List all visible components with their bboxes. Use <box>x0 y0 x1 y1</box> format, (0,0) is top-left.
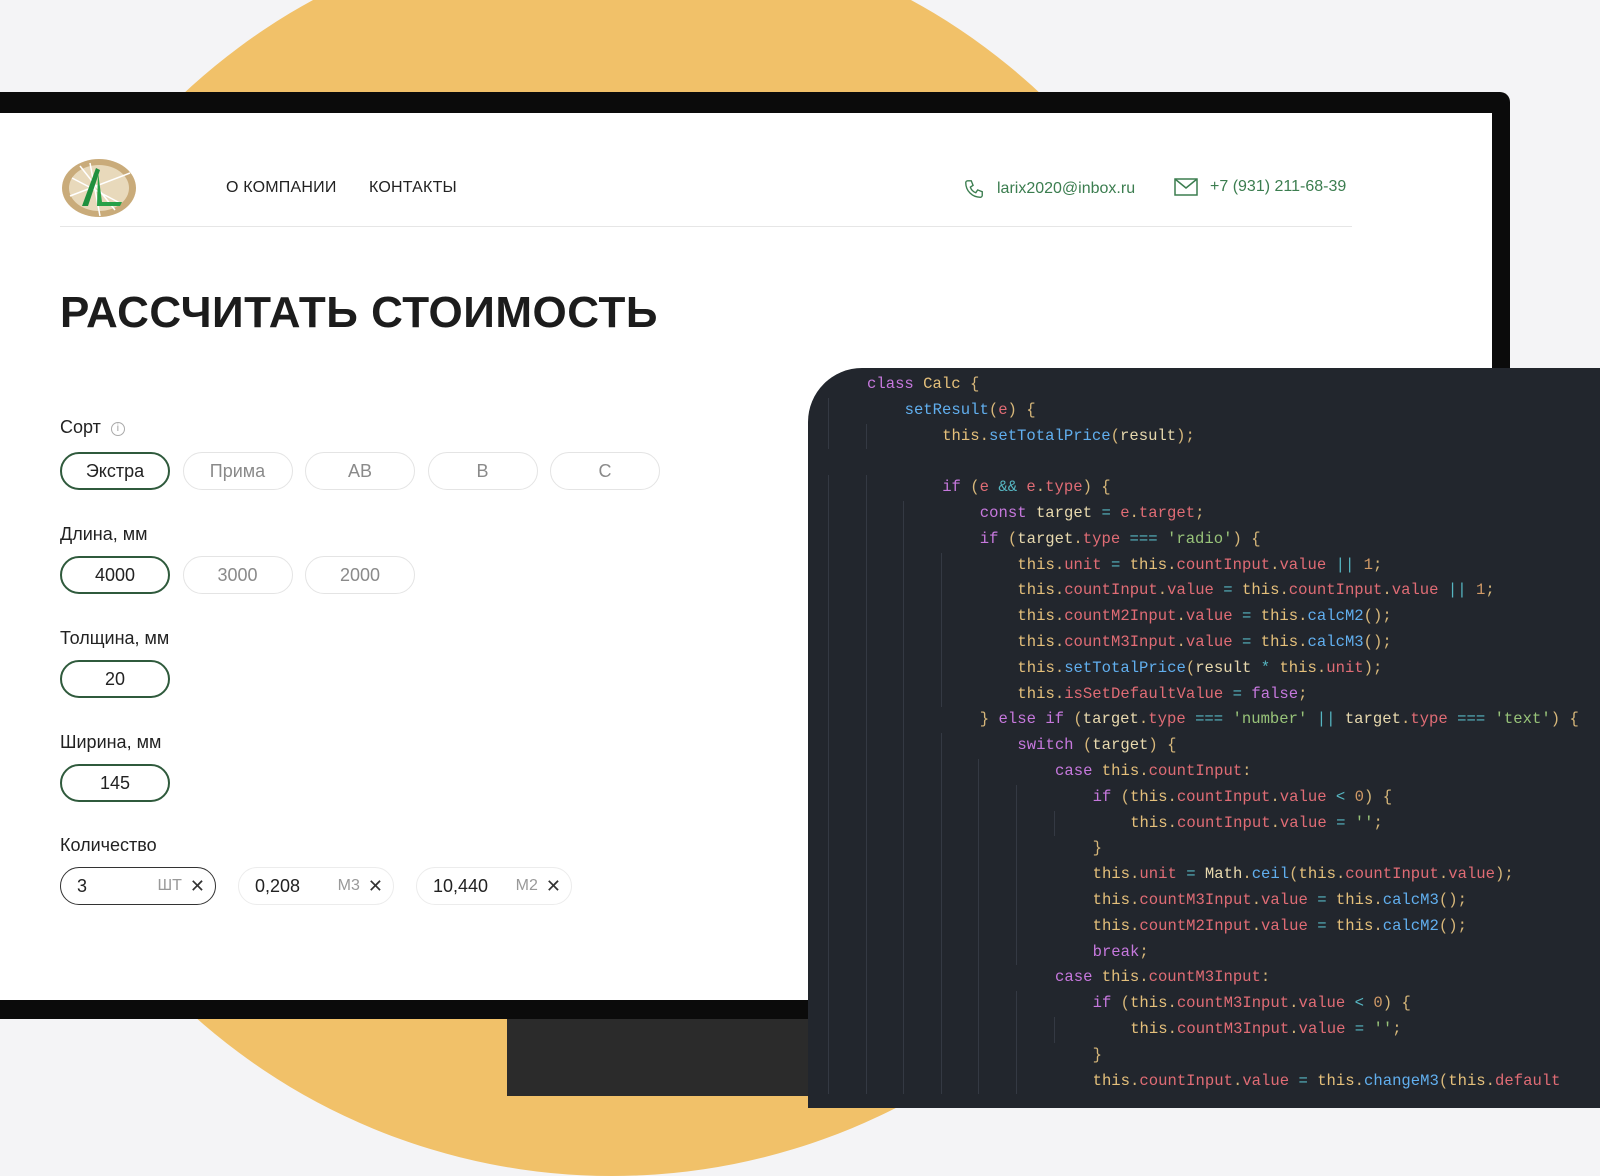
code-line: this.countM3Input.value = this.calcM3(); <box>808 629 1600 656</box>
code-line: this.setTotalPrice(result); <box>808 423 1600 450</box>
code-line: this.setTotalPrice(result * this.unit); <box>808 655 1600 682</box>
clear-icon[interactable]: ✕ <box>368 876 383 897</box>
code-line: case this.countInput: <box>808 758 1600 785</box>
code-line: this.countM3Input.value = this.calcM3(); <box>808 887 1600 914</box>
length-label: Длина, мм <box>60 524 148 544</box>
code-line: } else if (target.type === 'number' || t… <box>808 707 1600 734</box>
code-line: this.isSetDefaultValue = false; <box>808 681 1600 708</box>
code-line: this.countM2Input.value = this.calcM2(); <box>808 604 1600 630</box>
sort-option[interactable]: Экстра <box>60 452 170 490</box>
length-option[interactable]: 3000 <box>182 556 293 594</box>
clear-icon[interactable]: ✕ <box>190 876 205 897</box>
code-editor-panel: class Calc {setResult(e) {this.setTotalP… <box>808 368 1600 1108</box>
code-line: this.countM2Input.value = this.calcM2(); <box>808 913 1600 940</box>
clear-icon[interactable]: ✕ <box>546 876 561 897</box>
page-title: РАССЧИТАТЬ СТОИМОСТЬ <box>60 288 658 337</box>
email-contact[interactable]: larix2020@inbox.ru <box>963 178 1135 200</box>
quantity-label: Количество <box>60 835 157 855</box>
sort-label-text: Сорт <box>60 417 101 437</box>
code-line: } <box>808 836 1600 863</box>
monitor-stand <box>507 1019 808 1096</box>
code-line: switch (target) { <box>808 733 1600 759</box>
length-option[interactable]: 4000 <box>60 556 170 594</box>
code-line: if (this.countM3Input.value < 0) { <box>808 991 1600 1017</box>
unit-label: М2 <box>515 877 538 894</box>
mail-icon <box>1174 178 1198 196</box>
code-line: if (this.countInput.value < 0) { <box>808 784 1600 811</box>
sort-option[interactable]: AB <box>305 452 415 490</box>
quantity-input[interactable]: 10,440 М2 ✕ <box>416 867 572 905</box>
header-divider <box>60 226 1352 227</box>
code-line: setResult(e) { <box>808 397 1600 424</box>
quantity-input[interactable]: 3 ШТ ✕ <box>60 867 216 905</box>
unit-label: ШТ <box>157 877 182 894</box>
phone-contact[interactable]: +7 (931) 211-68-39 <box>1174 178 1346 196</box>
code-line: break; <box>808 939 1600 966</box>
sort-option[interactable]: C <box>550 452 660 490</box>
code-line: if (target.type === 'radio') { <box>808 526 1600 553</box>
sort-option[interactable]: B <box>427 452 538 490</box>
thickness-option[interactable]: 20 <box>60 660 170 698</box>
info-icon[interactable]: i <box>110 422 125 436</box>
quantity-value[interactable]: 3 <box>77 876 157 897</box>
sort-label: Сорт i <box>60 417 125 438</box>
code-line: this.unit = this.countInput.value || 1; <box>808 552 1600 579</box>
code-line: } <box>808 1042 1600 1069</box>
code-line: this.countInput.value = this.changeM3(th… <box>808 1068 1600 1095</box>
quantity-input[interactable]: 0,208 М3 ✕ <box>238 867 394 905</box>
code-line: this.countInput.value = this.countInput.… <box>808 578 1600 605</box>
unit-label: М3 <box>337 877 360 894</box>
company-logo[interactable] <box>60 158 138 218</box>
code-line: case this.countM3Input: <box>808 965 1600 992</box>
quantity-value[interactable]: 0,208 <box>255 876 338 897</box>
width-label: Ширина, мм <box>60 732 162 752</box>
code-line: if (e && e.type) { <box>808 475 1600 501</box>
code-line: const target = e.target; <box>808 500 1600 527</box>
length-option[interactable]: 2000 <box>305 556 415 594</box>
code-line: this.countInput.value = ''; <box>808 810 1600 837</box>
code-line: class Calc { <box>867 375 980 393</box>
phone-icon <box>965 180 983 198</box>
phone-link[interactable]: +7 (931) 211-68-39 <box>1210 178 1346 196</box>
nav-about[interactable]: О КОМПАНИИ <box>226 179 337 197</box>
width-option[interactable]: 145 <box>60 764 170 802</box>
code-line: this.unit = Math.ceil(this.countInput.va… <box>808 862 1600 888</box>
email-link[interactable]: larix2020@inbox.ru <box>997 180 1135 198</box>
sort-option[interactable]: Прима <box>182 452 293 490</box>
thickness-label: Толщина, мм <box>60 628 170 648</box>
quantity-value[interactable]: 10,440 <box>433 876 516 897</box>
code-line: this.countM3Input.value = ''; <box>808 1016 1600 1043</box>
nav-contacts[interactable]: КОНТАКТЫ <box>369 179 457 197</box>
